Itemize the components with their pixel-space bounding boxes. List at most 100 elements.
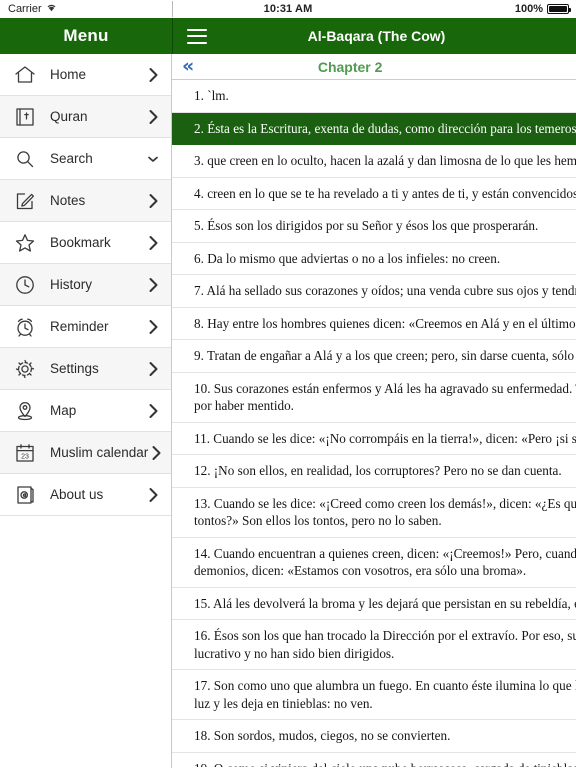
calendar-icon: 23 xyxy=(12,440,38,466)
verse-line: 13. Cuando se les dice: «¡Creed como cre… xyxy=(194,495,576,511)
sidebar-item-about-us[interactable]: About us xyxy=(0,474,171,516)
verse-line: 17. Son como uno que alumbra un fuego. E… xyxy=(194,678,576,693)
status-bar-right: 100% xyxy=(404,3,576,15)
notes-icon xyxy=(12,188,38,214)
hamburger-icon[interactable] xyxy=(187,28,207,44)
verse-row[interactable]: 5. Ésos son los dirigidos por su Señor y… xyxy=(172,210,576,243)
vertical-scrollbar[interactable] xyxy=(572,82,575,202)
sidebar-item-history[interactable]: History xyxy=(0,264,171,306)
verse-line: 8. Hay entre los hombres quienes dicen: … xyxy=(194,315,576,331)
sidebar-item-label: History xyxy=(50,277,93,292)
verse-line: luz y les deja en tinieblas: no ven. xyxy=(194,695,373,711)
verse-row[interactable]: 4. creen en lo que se te ha revelado a t… xyxy=(172,177,576,210)
chevron-right-icon[interactable] xyxy=(145,67,161,83)
verse-row[interactable]: 10. Sus corazones están enfermos y Alá l… xyxy=(172,372,576,423)
clock-icon xyxy=(12,272,38,298)
verse-line: 7. Alá ha sellado sus corazones y oídos;… xyxy=(194,283,576,298)
verse-line: 14. Cuando encuentran a quienes creen, d… xyxy=(194,545,576,561)
chevron-right-icon[interactable] xyxy=(145,193,161,209)
verse-line: 18. Son sordos, mudos, ciegos, no se con… xyxy=(194,728,451,743)
book-icon xyxy=(12,104,38,130)
chevron-right-icon[interactable] xyxy=(145,235,161,251)
verse-list[interactable]: 1. `lm. 2. Ésta es la Escritura, exenta d… xyxy=(172,80,576,767)
sidebar: Home Quran Search Notes Bookmark History Remin… xyxy=(0,54,172,768)
chevron-right-icon[interactable] xyxy=(145,109,161,125)
verse-row[interactable]: 11. Cuando se les dice: «¡No corrompáis … xyxy=(172,422,576,455)
sidebar-item-label: Quran xyxy=(50,109,88,124)
double-chevron-left-icon[interactable]: « xyxy=(182,57,194,76)
carrier-label: Carrier xyxy=(8,3,42,15)
alarm-icon xyxy=(12,314,38,340)
verse-row[interactable]: 12. ¡No son ellos, en realidad, los corr… xyxy=(172,455,576,488)
verse-row[interactable]: 3. que creen en lo oculto, hacen la azal… xyxy=(172,145,576,178)
status-bar: Carrier 10:31 AM 100% xyxy=(0,0,576,18)
sidebar-item-muslim-calendar[interactable]: 23 Muslim calendar xyxy=(0,432,171,474)
verse-line: 15. Alá les devolverá la broma y les dej… xyxy=(194,595,576,611)
verse-line: tontos?» Son ellos los tontos, pero no l… xyxy=(194,513,442,528)
status-bar-left: Carrier xyxy=(0,3,172,15)
sidebar-item-label: Muslim calendar xyxy=(50,445,149,460)
sidebar-item-label: Notes xyxy=(50,193,86,208)
search-icon xyxy=(12,146,38,172)
sidebar-item-label: Settings xyxy=(50,361,99,376)
chevron-right-icon[interactable] xyxy=(145,361,161,377)
chevron-right-icon[interactable] xyxy=(145,277,161,293)
gear-icon xyxy=(12,356,38,382)
sidebar-item-label: Map xyxy=(50,403,77,418)
verse-row[interactable]: 7. Alá ha sellado sus corazones y oídos;… xyxy=(172,275,576,308)
verse-line: 6. Da lo mismo que adviertas o no a los … xyxy=(194,250,501,266)
chevron-right-icon[interactable] xyxy=(148,445,164,461)
verse-row[interactable]: 17. Son como uno que alumbra un fuego. E… xyxy=(172,670,576,720)
about-icon xyxy=(12,482,38,508)
star-icon xyxy=(12,230,38,256)
chapter-bar: « Chapter 2 xyxy=(172,54,576,80)
verse-line: 19. O como si viniera del cielo una nube… xyxy=(194,760,576,768)
verse-row[interactable]: 8. Hay entre los hombres quienes dicen: … xyxy=(172,307,576,340)
verse-row[interactable]: 9. Tratan de engañar a Alá y a los que c… xyxy=(172,340,576,373)
sidebar-item-reminder[interactable]: Reminder xyxy=(0,306,171,348)
verse-line: 1. `lm. xyxy=(194,88,229,103)
chevron-right-icon[interactable] xyxy=(145,319,161,335)
chevron-right-icon[interactable] xyxy=(145,403,161,419)
sidebar-item-label: Search xyxy=(50,151,93,166)
verse-line: 2. Ésta es la Escritura, exenta de dudas… xyxy=(194,120,576,136)
chapter-label: Chapter 2 xyxy=(317,58,383,75)
home-icon xyxy=(12,62,38,88)
verse-row[interactable]: 2. Ésta es la Escritura, exenta de dudas… xyxy=(172,112,576,145)
verse-line: 3. que creen en lo oculto, hacen la azal… xyxy=(194,153,576,168)
sidebar-item-bookmark[interactable]: Bookmark xyxy=(0,222,171,264)
sidebar-item-notes[interactable]: Notes xyxy=(0,180,171,222)
verse-line: 12. ¡No son ellos, en realidad, los corr… xyxy=(194,463,562,478)
status-bar-divider xyxy=(172,1,173,17)
map-pin-icon xyxy=(12,398,38,424)
sidebar-navbar: Menu xyxy=(0,18,172,54)
verse-line: 4. creen en lo que se te ha revelado a t… xyxy=(194,185,576,201)
sidebar-item-search[interactable]: Search xyxy=(0,138,171,180)
verse-row[interactable]: 16. Ésos son los que han trocado la Dire… xyxy=(172,620,576,670)
sidebar-item-settings[interactable]: Settings xyxy=(0,348,171,390)
status-bar-time: 10:31 AM xyxy=(263,3,313,15)
chevron-right-icon[interactable] xyxy=(145,487,161,503)
content-panel: « Chapter 2 1. `lm. 2. Ésta es la Escritu… xyxy=(172,54,576,768)
sidebar-item-label: Reminder xyxy=(50,319,109,334)
verse-row[interactable]: 19. O como si viniera del cielo una nube… xyxy=(172,752,576,768)
verse-row[interactable]: 14. Cuando encuentran a quienes creen, d… xyxy=(172,537,576,588)
verse-line: por haber mentido. xyxy=(194,398,294,413)
verse-line: 5. Ésos son los dirigidos por su Señor y… xyxy=(194,218,539,233)
sidebar-item-label: Bookmark xyxy=(50,235,111,250)
content-navbar: Al-Baqara (The Cow) xyxy=(172,18,576,54)
sidebar-item-map[interactable]: Map xyxy=(0,390,171,432)
sidebar-item-quran[interactable]: Quran xyxy=(0,96,171,138)
verse-row[interactable]: 13. Cuando se les dice: «¡Creed como cre… xyxy=(172,487,576,538)
verse-row[interactable]: 6. Da lo mismo que adviertas o no a los … xyxy=(172,242,576,275)
surah-title: Al-Baqara (The Cow) xyxy=(307,28,446,44)
verse-line: demonios, dicen: «Estamos con vosotros, … xyxy=(194,563,527,578)
verse-row[interactable]: 15. Alá les devolverá la broma y les dej… xyxy=(172,587,576,620)
verse-row[interactable]: 18. Son sordos, mudos, ciegos, no se con… xyxy=(172,720,576,753)
chevron-down-icon[interactable] xyxy=(145,154,161,164)
verse-line: lucrativo y no han sido bien dirigidos. xyxy=(194,645,395,661)
verse-row[interactable]: 1. `lm. xyxy=(172,80,576,113)
sidebar-item-home[interactable]: Home xyxy=(0,54,171,96)
sidebar-title: Menu xyxy=(63,26,109,45)
wifi-icon xyxy=(46,3,57,15)
